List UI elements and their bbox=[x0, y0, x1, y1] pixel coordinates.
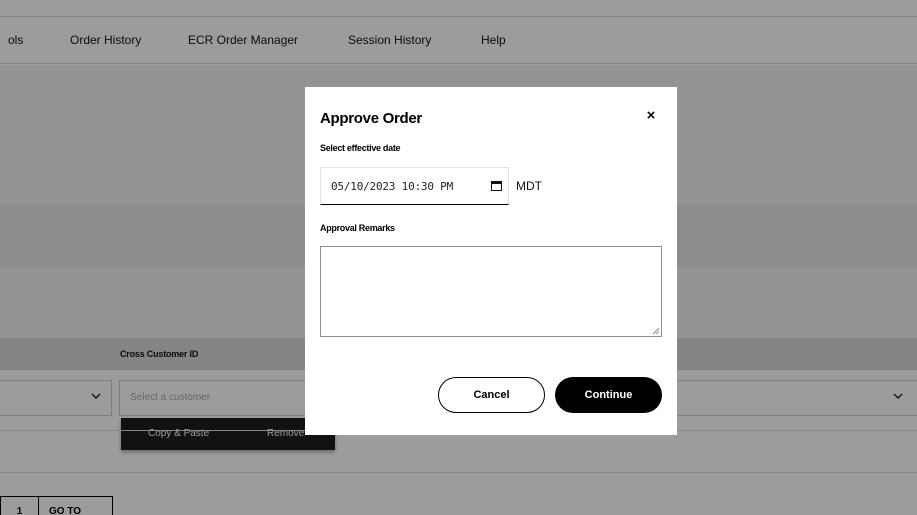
continue-button[interactable]: Continue bbox=[555, 377, 662, 413]
timezone-label: MDT bbox=[516, 179, 542, 193]
calendar-icon[interactable] bbox=[491, 181, 502, 191]
effective-date-label: Select effective date bbox=[320, 143, 401, 153]
approve-order-dialog: Approve Order × Select effective date 05… bbox=[305, 87, 677, 435]
cancel-button[interactable]: Cancel bbox=[438, 377, 545, 413]
approval-remarks-label: Approval Remarks bbox=[320, 223, 395, 233]
effective-date-input[interactable]: 05/10/2023 10:30 PM bbox=[320, 167, 509, 205]
close-icon[interactable]: × bbox=[642, 107, 660, 125]
dialog-title: Approve Order bbox=[320, 110, 422, 127]
effective-date-value: 05/10/2023 10:30 PM bbox=[331, 180, 454, 193]
approval-remarks-textarea[interactable] bbox=[320, 246, 662, 337]
resize-grip-icon[interactable] bbox=[652, 327, 660, 335]
